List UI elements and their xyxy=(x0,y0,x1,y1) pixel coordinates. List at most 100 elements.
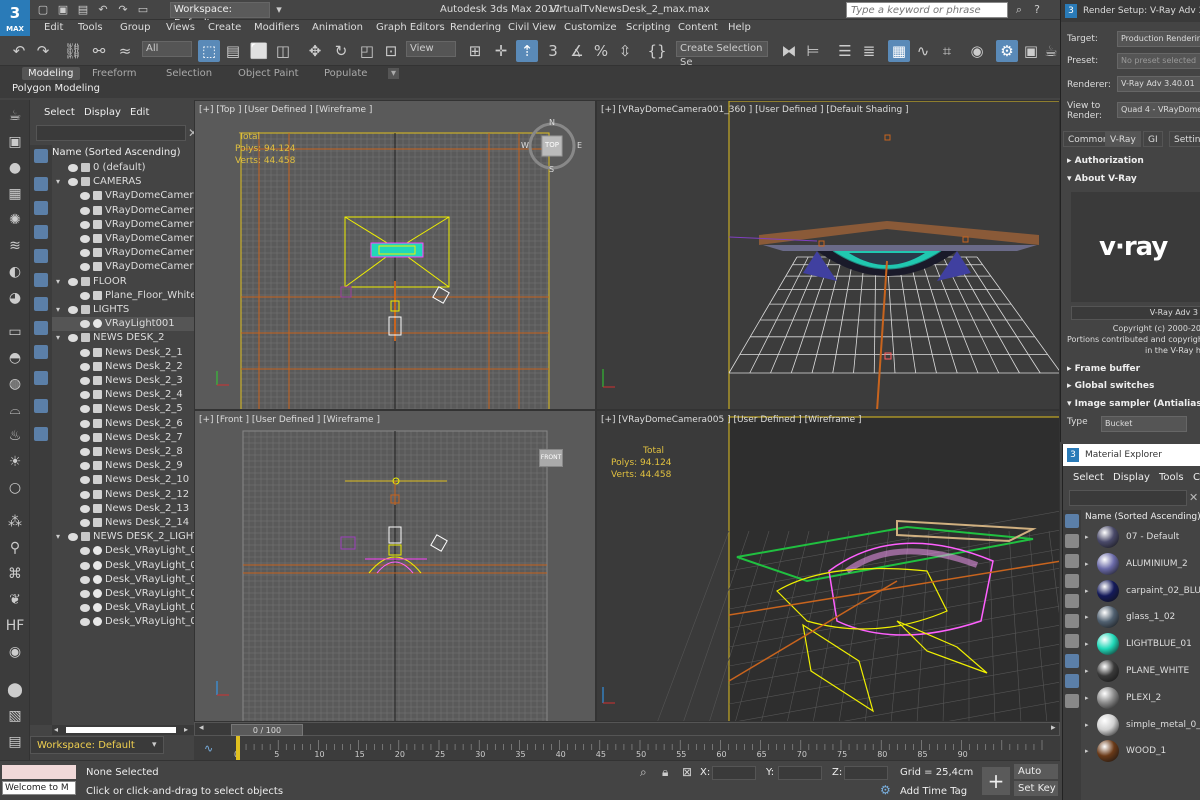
snaps-toggle-icon[interactable]: 3 xyxy=(542,40,564,62)
sun-icon[interactable]: ☀ xyxy=(4,452,26,472)
mat-menu-tools[interactable]: Tools xyxy=(1159,472,1184,483)
expand-icon[interactable]: ▸ xyxy=(1085,578,1089,604)
scene-menu-display[interactable]: Display xyxy=(84,107,121,118)
toggle-ribbon-icon[interactable]: ▦ xyxy=(888,40,910,62)
scene-tree-row[interactable]: News Desk_2_5 xyxy=(52,402,194,416)
pivot-center-icon[interactable]: ⊞ xyxy=(464,40,486,62)
preset-dropdown[interactable]: No preset selected xyxy=(1117,53,1200,69)
eye-icon[interactable] xyxy=(68,178,78,187)
scene-tree-row[interactable]: ▾ NEWS DESK_2 xyxy=(52,331,194,345)
eye-icon[interactable] xyxy=(80,561,90,570)
scene-menu-edit[interactable]: Edit xyxy=(130,107,149,118)
auto-key-button[interactable]: Auto Key xyxy=(1014,764,1058,792)
tab-object-paint[interactable]: Object Paint xyxy=(238,68,299,79)
scene-tree-row[interactable]: ▾ CAMERAS xyxy=(52,175,194,189)
slider-prev-icon[interactable]: ◂ xyxy=(199,723,204,733)
material-item[interactable]: ▸ simple_metal_0_50 xyxy=(1085,712,1200,738)
expand-icon[interactable]: ▾ xyxy=(56,303,60,317)
scene-tree-row[interactable]: News Desk_2_2 xyxy=(52,360,194,374)
eye-icon[interactable] xyxy=(80,405,90,414)
expand-icon[interactable]: ▸ xyxy=(1085,658,1089,684)
x-coordinate-field[interactable] xyxy=(712,766,756,780)
edit-named-selection-icon[interactable]: {} xyxy=(646,40,668,62)
display-cameras-icon[interactable] xyxy=(34,249,48,263)
slider-next-icon[interactable]: ▸ xyxy=(1051,723,1056,733)
grid-icon[interactable]: ▦ xyxy=(4,184,26,204)
menu-rendering[interactable]: Rendering xyxy=(450,22,501,33)
scene-tree-row[interactable]: ▾ LIGHTS xyxy=(52,303,194,317)
y-coordinate-field[interactable] xyxy=(778,766,822,780)
eye-icon[interactable] xyxy=(80,192,90,201)
eye-icon[interactable] xyxy=(80,504,90,513)
eye-icon[interactable] xyxy=(68,334,78,343)
scene-tree-row[interactable]: VRayDomeCamera00 xyxy=(52,189,194,203)
keyboard-shortcut-icon[interactable]: ⇡ xyxy=(516,40,538,62)
hemisphere-icon[interactable]: ◓ xyxy=(4,348,26,368)
expand-icon[interactable]: ▾ xyxy=(56,175,60,189)
scene-tree-header[interactable]: Name (Sorted Ascending) xyxy=(52,146,194,160)
chevron-down-icon[interactable]: ▾ xyxy=(152,740,157,750)
expand-icon[interactable]: ▸ xyxy=(1085,524,1089,550)
teapot-small-icon[interactable]: ♨ xyxy=(4,426,26,446)
display-influences-icon[interactable] xyxy=(34,427,48,441)
eye-icon[interactable] xyxy=(80,263,90,272)
expand-icon[interactable]: ▸ xyxy=(1085,685,1089,711)
material-item[interactable]: ▸ WOOD_1 xyxy=(1085,738,1200,764)
display-shapes-icon[interactable] xyxy=(34,201,48,215)
select-manipulate-icon[interactable]: ✛ xyxy=(490,40,512,62)
display-xrefs-icon[interactable] xyxy=(34,345,48,359)
mat-menu-more[interactable]: C xyxy=(1193,472,1200,483)
align-icon[interactable]: ⊨ xyxy=(802,40,824,62)
menu-animation[interactable]: Animation xyxy=(312,22,363,33)
tab-populate[interactable]: Populate xyxy=(324,68,367,79)
material-item[interactable]: ▸ LIGHTBLUE_01 xyxy=(1085,631,1200,657)
object-mat-icon[interactable] xyxy=(1065,634,1079,648)
schematic-view-icon[interactable]: ⌗ xyxy=(936,40,958,62)
scene-tree-row[interactable]: News Desk_2_10 xyxy=(52,473,194,487)
tab-selection[interactable]: Selection xyxy=(166,68,212,79)
window-crossing-icon[interactable]: ◫ xyxy=(272,40,294,62)
viewport-label[interactable]: [+] [Top ] [User Defined ] [Wireframe ] xyxy=(199,105,372,115)
menu-tools[interactable]: Tools xyxy=(78,22,103,33)
scene-tree-row[interactable]: VRayDomeCamera00 xyxy=(52,204,194,218)
named-selection-set-dropdown[interactable]: Create Selection Se xyxy=(676,41,768,68)
current-frame-marker[interactable] xyxy=(236,736,240,760)
viewport-camera-005[interactable]: [+] [VRayDomeCamera005 ] [User Defined ]… xyxy=(596,410,1060,722)
mat-menu-display[interactable]: Display xyxy=(1113,472,1150,483)
mirror-icon[interactable]: ⧓ xyxy=(778,40,800,62)
welcome-prompt[interactable]: Welcome to M xyxy=(2,781,76,795)
menu-civil-view[interactable]: Civil View xyxy=(508,22,556,33)
scene-tree-row[interactable]: Desk_VRayLight_002 xyxy=(52,559,194,573)
undo-icon[interactable]: ↶ xyxy=(8,40,30,62)
select-by-name-icon[interactable]: ▤ xyxy=(222,40,244,62)
document-icon[interactable]: ▤ xyxy=(4,732,26,752)
move-icon[interactable]: ✥ xyxy=(304,40,326,62)
view-cube[interactable]: TOP N S W E xyxy=(521,118,582,174)
app-logo[interactable]: 3 MAX xyxy=(0,0,30,36)
viewport-front[interactable]: [+] [Front ] [User Defined ] [Wireframe … xyxy=(194,410,596,722)
viewport-top[interactable]: [+] [Top ] [User Defined ] [Wireframe ] … xyxy=(194,100,596,410)
menu-modifiers[interactable]: Modifiers xyxy=(254,22,300,33)
search-icon[interactable]: ⌕ xyxy=(1012,3,1026,17)
scene-tree-row[interactable]: News Desk_2_8 xyxy=(52,445,194,459)
view-to-render-dropdown[interactable]: Quad 4 - VRayDomeC xyxy=(1117,102,1200,118)
display-geometry-icon[interactable] xyxy=(34,177,48,191)
eye-icon[interactable] xyxy=(80,462,90,471)
render-production-icon[interactable]: ☕ xyxy=(1040,40,1062,62)
eye-icon[interactable] xyxy=(80,249,90,258)
undo-icon[interactable]: ↶ xyxy=(96,3,110,17)
scene-tree-row[interactable]: News Desk_2_1 xyxy=(52,346,194,360)
rect-selection-icon[interactable]: ⬜ xyxy=(248,40,270,62)
checker-icon[interactable] xyxy=(1065,534,1079,548)
scene-tree-row[interactable]: News Desk_2_9 xyxy=(52,459,194,473)
scene-tree-row[interactable]: News Desk_2_13 xyxy=(52,502,194,516)
set-key-button[interactable]: Set Key xyxy=(1014,781,1058,796)
eye-icon[interactable] xyxy=(68,306,78,314)
eye-icon[interactable] xyxy=(80,618,90,627)
helper-icon[interactable]: ◐ xyxy=(4,262,26,282)
scroll-right-icon[interactable]: ▸ xyxy=(184,725,188,735)
tab-gi[interactable]: GI xyxy=(1143,131,1163,147)
render-icon[interactable]: ▣ xyxy=(4,132,26,152)
network-icon[interactable]: ⌘ xyxy=(4,564,26,584)
time-slider[interactable]: 0 / 100 ◂ ▸ xyxy=(194,722,1060,736)
